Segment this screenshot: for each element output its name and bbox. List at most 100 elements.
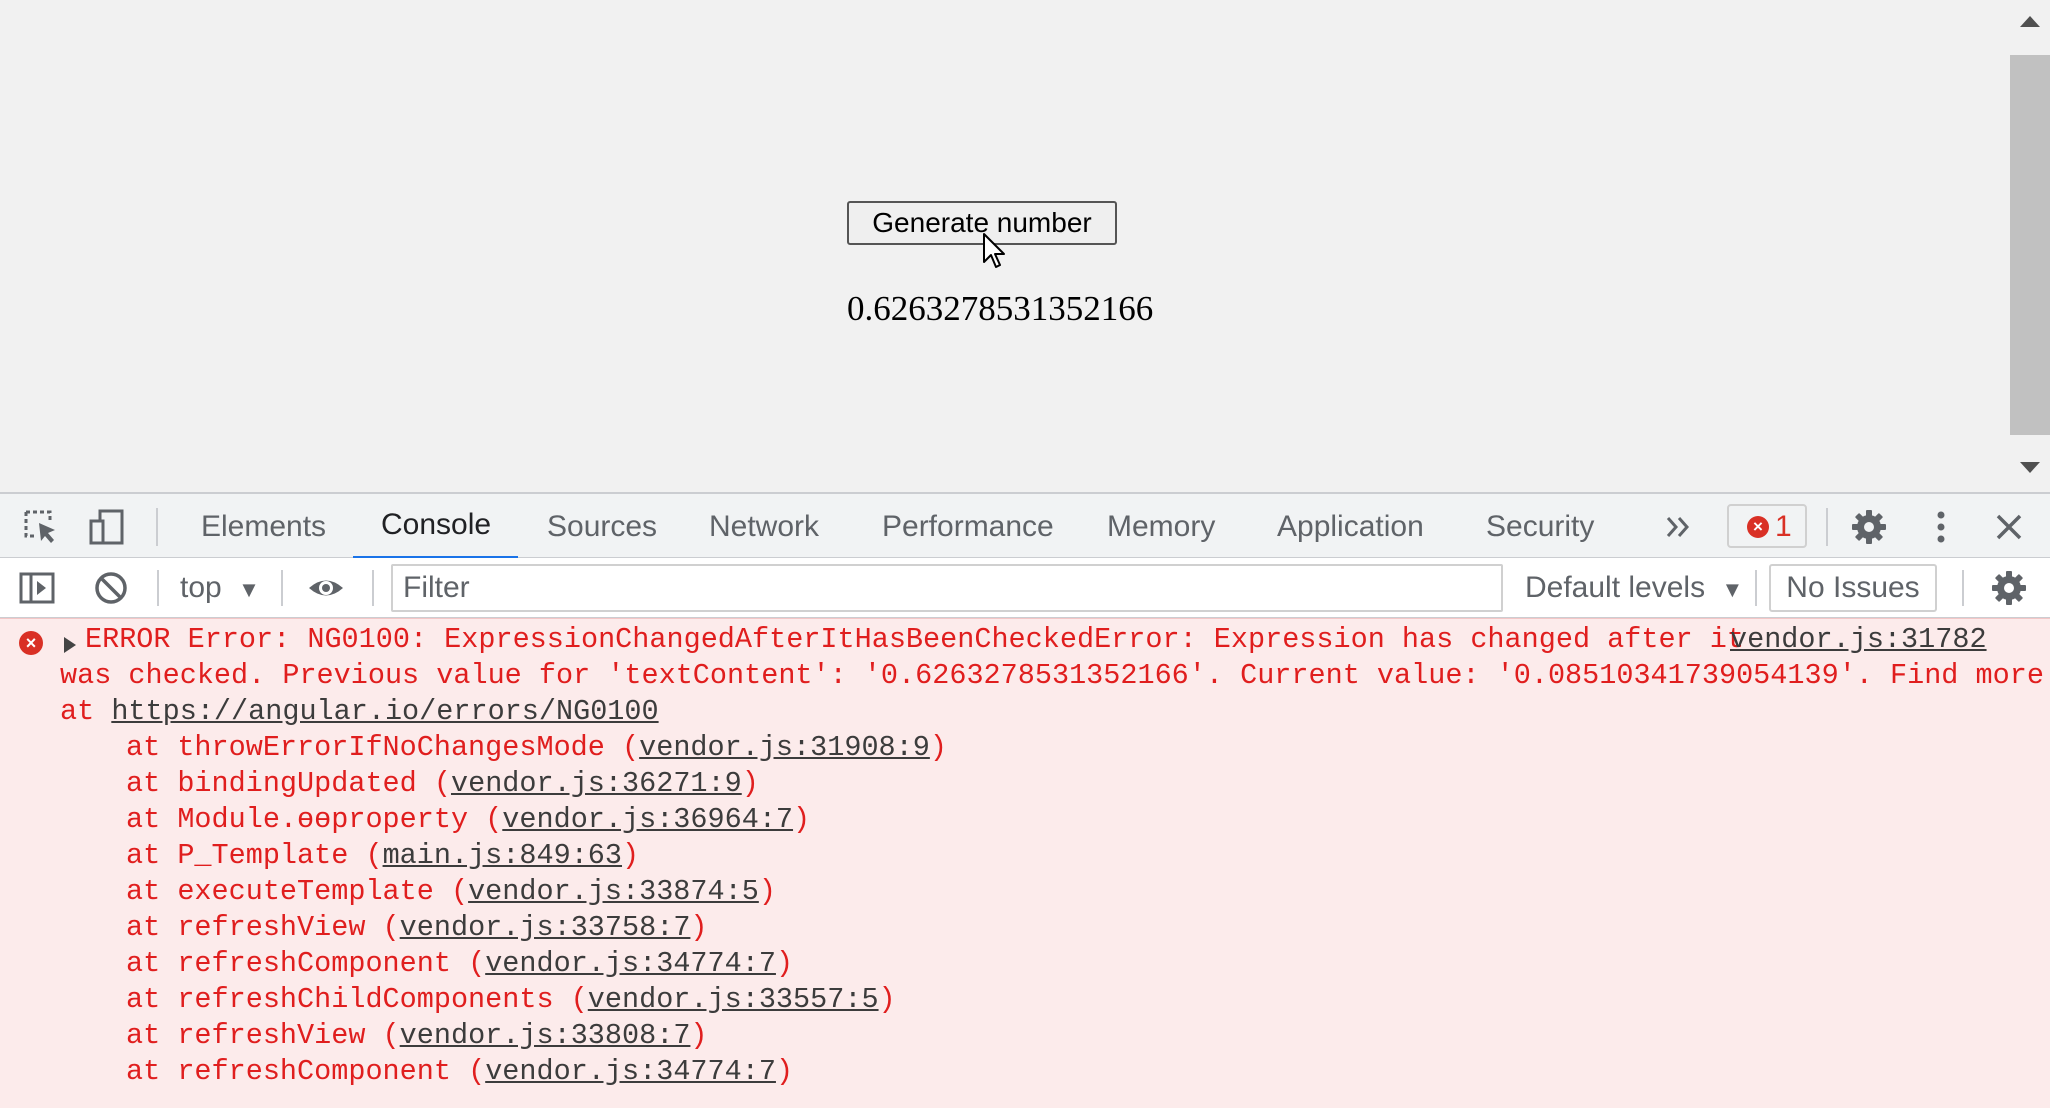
paren: ) (878, 983, 896, 1016)
stack-function-name: bindingUpdated (177, 767, 417, 800)
log-levels-dropdown[interactable]: Default levels ▼ (1525, 566, 1743, 610)
paren: ( (468, 803, 503, 836)
stack-at-keyword: at (126, 1019, 178, 1052)
filter-input[interactable] (391, 564, 1503, 612)
stack-frame: at refreshComponent (vendor.js:34774:7) (126, 946, 793, 982)
toolbar-divider (1962, 570, 1964, 606)
paren: ) (690, 911, 708, 944)
issues-button[interactable]: No Issues (1769, 564, 1937, 612)
console-toolbar: top ▼ Default levels ▼ No Issues (0, 558, 2050, 618)
chevron-double-right-icon[interactable] (1660, 508, 1698, 546)
error-count: 1 (1775, 510, 1792, 543)
stack-location-link[interactable]: main.js:849:63 (383, 839, 622, 872)
paren: ) (622, 839, 640, 872)
generated-number: 0.6263278531352166 (847, 289, 1154, 328)
error-message-line: was checked. Previous value for 'textCon… (60, 659, 2044, 692)
page-viewport: Generate number 0.6263278531352166 (0, 0, 2010, 492)
tab-network[interactable]: Network (681, 494, 847, 560)
stack-location-link[interactable]: vendor.js:33758:7 (400, 911, 691, 944)
toolbar-divider (1755, 570, 1757, 606)
stack-frame: at P_Template (main.js:849:63) (126, 838, 639, 874)
toolbar-divider (281, 570, 283, 606)
scroll-down-arrow-icon[interactable] (2020, 462, 2040, 473)
paren: ) (690, 1019, 708, 1052)
stack-location-link[interactable]: vendor.js:31908:9 (639, 731, 930, 764)
stack-location-link[interactable]: vendor.js:33557:5 (588, 983, 879, 1016)
stack-location-link[interactable]: vendor.js:36271:9 (451, 767, 742, 800)
stack-at-keyword: at (126, 839, 178, 872)
tab-sources[interactable]: Sources (519, 494, 685, 560)
scroll-up-arrow-icon[interactable] (2020, 16, 2040, 27)
toolbar-divider (156, 508, 158, 546)
stack-function-name: refreshComponent (177, 947, 451, 980)
tab-elements[interactable]: Elements (173, 494, 354, 560)
stack-frame: at executeTemplate (vendor.js:33874:5) (126, 874, 776, 910)
stack-at-keyword: at (126, 731, 178, 764)
more-vertical-icon[interactable] (1922, 508, 1960, 546)
close-icon[interactable] (1990, 508, 2028, 546)
page-scrollbar[interactable] (2010, 0, 2050, 492)
paren: ( (348, 839, 383, 872)
paren: ) (741, 767, 759, 800)
toolbar-divider (157, 570, 159, 606)
paren: ( (553, 983, 588, 1016)
error-text: at (60, 695, 112, 728)
sidebar-toggle-icon[interactable] (18, 569, 56, 607)
dropdown-arrow-icon: ▼ (1721, 577, 1744, 602)
stack-function-name: refreshComponent (177, 1055, 451, 1088)
paren: ) (793, 803, 811, 836)
mouse-cursor-icon (983, 233, 1005, 268)
stack-at-keyword: at (126, 911, 178, 944)
paren: ( (416, 767, 451, 800)
stack-frame: at throwErrorIfNoChangesMode (vendor.js:… (126, 730, 947, 766)
tab-security[interactable]: Security (1458, 494, 1622, 560)
paren: ) (775, 947, 794, 980)
devtools-panel: Elements Console Sources Network Perform… (0, 492, 2050, 1108)
stack-frame: at refreshComponent (vendor.js:34774:7) (126, 1054, 793, 1090)
stack-location-link[interactable]: vendor.js:33808:7 (400, 1019, 691, 1052)
devtools-tab-bar: Elements Console Sources Network Perform… (0, 492, 2050, 560)
stack-location-link[interactable]: vendor.js:34774:7 (485, 1055, 776, 1088)
error-message-line: ERROR Error: NG0100: ExpressionChangedAf… (85, 623, 1744, 656)
stack-function-name: refreshView (177, 1019, 366, 1052)
stack-at-keyword: at (126, 767, 178, 800)
tab-console[interactable]: Console (353, 494, 518, 560)
stack-at-keyword: at (126, 803, 178, 836)
error-icon: × (19, 631, 43, 655)
stack-at-keyword: at (126, 947, 178, 980)
stack-at-keyword: at (126, 983, 178, 1016)
console-settings-gear-icon[interactable] (1990, 569, 2028, 607)
stack-function-name: throwErrorIfNoChangesMode (177, 731, 605, 764)
context-selector[interactable]: top ▼ (180, 566, 260, 610)
gear-icon[interactable] (1850, 508, 1888, 546)
error-x-icon: × (1747, 516, 1769, 538)
clear-console-icon[interactable] (92, 569, 130, 607)
stack-at-keyword: at (126, 875, 178, 908)
device-toolbar-icon[interactable] (88, 508, 126, 546)
stack-frame: at bindingUpdated (vendor.js:36271:9) (126, 766, 759, 802)
tab-performance[interactable]: Performance (854, 494, 1082, 560)
stack-function-name: executeTemplate (177, 875, 434, 908)
paren: ( (365, 1019, 400, 1052)
stack-location-link[interactable]: vendor.js:33874:5 (468, 875, 759, 908)
stack-frame: at Module.ɵɵproperty (vendor.js:36964:7) (126, 802, 810, 838)
expand-triangle-icon[interactable] (64, 637, 76, 653)
stack-function-name: refreshView (177, 911, 366, 944)
stack-location-link[interactable]: vendor.js:34774:7 (485, 947, 776, 980)
paren: ) (929, 731, 947, 764)
tab-application[interactable]: Application (1249, 494, 1452, 560)
paren: ) (775, 1055, 794, 1088)
eye-icon[interactable] (307, 569, 345, 607)
tab-memory[interactable]: Memory (1079, 494, 1243, 560)
angular-docs-link[interactable]: https://angular.io/errors/NG0100 (111, 695, 658, 728)
error-source-link[interactable]: vendor.js:31782 (1730, 622, 1987, 658)
paren: ( (450, 947, 486, 980)
error-count-badge[interactable]: × 1 (1727, 504, 1807, 548)
error-message-line: at https://angular.io/errors/NG0100 (60, 694, 659, 730)
stack-function-name: Module.ɵɵproperty (177, 803, 469, 836)
paren: ( (433, 875, 469, 908)
inspect-element-icon[interactable] (22, 508, 60, 546)
paren: ( (450, 1055, 486, 1088)
stack-location-link[interactable]: vendor.js:36964:7 (502, 803, 793, 836)
scrollbar-thumb[interactable] (2010, 55, 2050, 435)
